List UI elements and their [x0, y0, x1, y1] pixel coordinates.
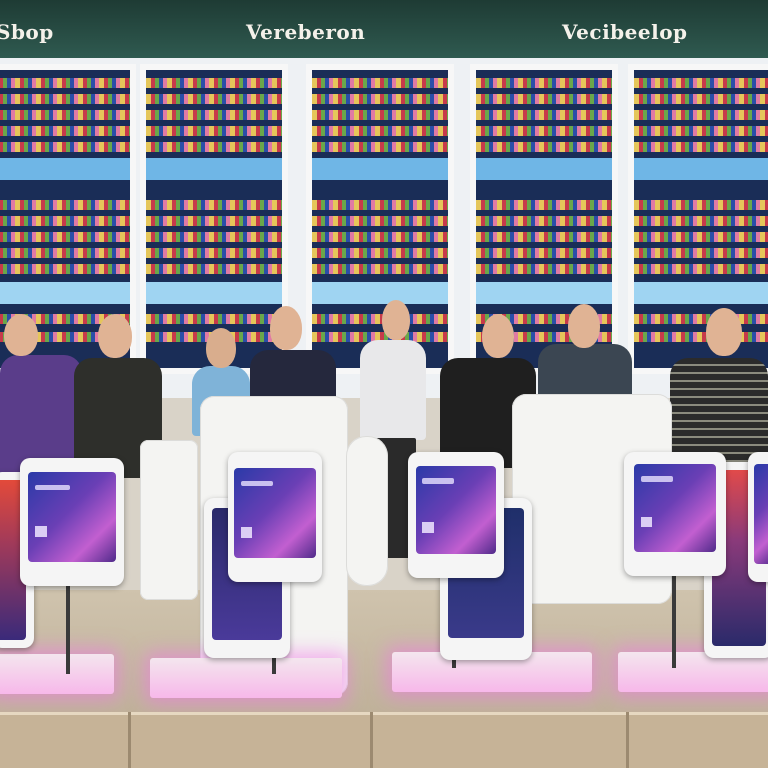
front-counter [0, 712, 768, 768]
store-header-band: Sbop Vereberon Vecibeelop [0, 0, 768, 58]
counter-seam [128, 712, 131, 768]
kiosk-tablet [748, 452, 768, 582]
kiosk-base [0, 654, 114, 694]
shelf-bay [306, 64, 454, 374]
kiosk-tablet [20, 458, 124, 586]
counter-seam [626, 712, 629, 768]
kiosk-base [618, 652, 768, 692]
shelf-bay [628, 64, 768, 374]
kiosk-stand [672, 576, 676, 668]
display-panel [140, 440, 198, 600]
kiosk-base [150, 658, 342, 698]
kiosk-stand [66, 584, 70, 674]
kiosk-tablet [408, 452, 504, 578]
shelf-bay [140, 64, 288, 374]
store-sign-left: Sbop [0, 20, 54, 44]
kiosk-tablet [624, 452, 726, 576]
store-sign-center: Vereberon [246, 20, 366, 44]
counter-seam [370, 712, 373, 768]
display-panel [346, 436, 388, 586]
kiosk-tablet [228, 452, 322, 582]
store-scene: Sbop Vereberon Vecibeelop [0, 0, 768, 768]
store-sign-right: Vecibeelop [562, 20, 688, 44]
